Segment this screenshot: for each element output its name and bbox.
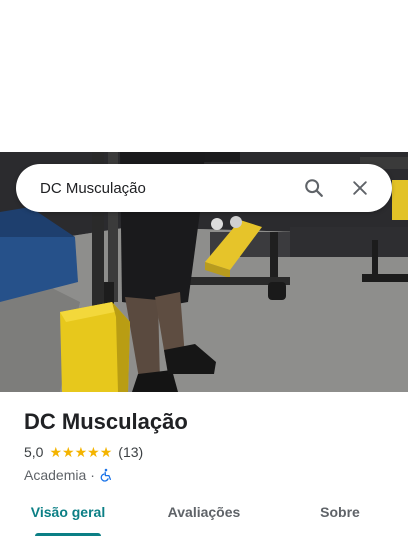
review-count[interactable]: (13)	[118, 444, 143, 460]
active-tab-indicator	[35, 533, 101, 536]
search-bar[interactable]: DC Musculação	[16, 164, 392, 212]
clear-search-button[interactable]	[340, 168, 380, 208]
separator: ·	[90, 467, 95, 483]
tab-reviews[interactable]: Avaliações	[136, 494, 272, 544]
map-area[interactable]	[0, 0, 408, 152]
place-info: DC Musculação 5,0 ★ ★ ★ ★ ★ (13) Academi…	[24, 406, 394, 485]
tab-overview[interactable]: Visão geral	[0, 494, 136, 544]
star-icon: ★	[49, 444, 63, 460]
tab-about-label: Sobre	[320, 504, 360, 520]
search-icon	[303, 177, 325, 199]
star-icon: ★	[87, 444, 100, 460]
place-category: Academia	[24, 467, 87, 483]
close-icon	[350, 178, 370, 198]
search-button[interactable]	[294, 168, 334, 208]
category-row: Academia ·	[24, 465, 394, 485]
star-rating: ★ ★ ★ ★ ★	[49, 445, 112, 459]
place-page: DC Musculação DC Musculação 5,0 ★ ★ ★ ★ …	[0, 0, 408, 544]
rating-row[interactable]: 5,0 ★ ★ ★ ★ ★ (13)	[24, 442, 394, 462]
star-icon: ★	[99, 444, 113, 460]
star-icon: ★	[62, 444, 75, 460]
tab-about[interactable]: Sobre	[272, 494, 408, 544]
wheelchair-icon	[99, 468, 113, 482]
place-title: DC Musculação	[24, 409, 188, 434]
star-icon: ★	[74, 444, 88, 460]
tab-overview-label: Visão geral	[30, 504, 106, 520]
rating-value: 5,0	[24, 444, 44, 460]
search-input[interactable]: DC Musculação	[40, 180, 294, 197]
tab-reviews-label: Avaliações	[167, 504, 241, 520]
place-tabs: Visão geral Avaliações Sobre	[0, 494, 408, 544]
